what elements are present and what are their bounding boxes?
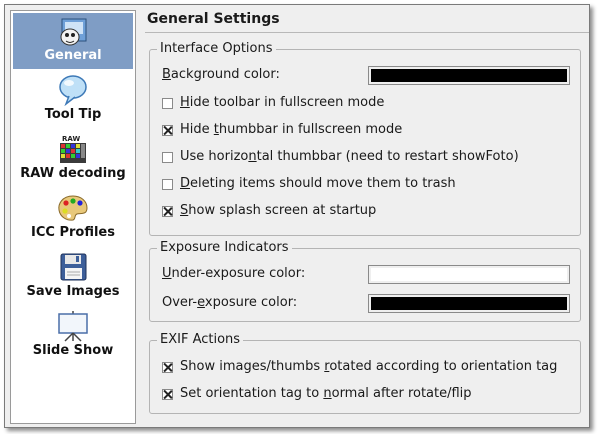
category-sidebar: General Tool Tip RAW RAW decoding ICC Pr…: [10, 10, 136, 424]
horizontal-thumbbar-label[interactable]: Use horizontal thumbbar (need to restart…: [180, 148, 519, 166]
sidebar-item-tool-tip[interactable]: Tool Tip: [13, 72, 133, 128]
sidebar-item-label: Save Images: [26, 284, 120, 299]
move-to-trash-checkbox[interactable]: [162, 179, 173, 190]
sidebar-item-general[interactable]: General: [13, 13, 133, 69]
sidebar-item-label: Tool Tip: [44, 107, 102, 122]
title-divider: [145, 32, 589, 33]
reset-orientation-label[interactable]: Set orientation tag to normal after rota…: [180, 385, 472, 403]
move-to-trash-label[interactable]: Deleting items should move them to trash: [180, 175, 456, 193]
over-exposure-swatch: [371, 297, 567, 310]
splash-screen-checkbox[interactable]: [162, 206, 173, 217]
floppy-icon: [60, 253, 87, 281]
splash-screen-label[interactable]: Show splash screen at startup: [180, 202, 376, 220]
general-icon: [60, 18, 87, 46]
group-title: Interface Options: [157, 41, 276, 57]
under-exposure-color-button[interactable]: [368, 265, 570, 284]
reset-orientation-checkbox[interactable]: [162, 389, 173, 400]
projector-icon: [58, 311, 88, 342]
over-exposure-label: Over-exposure color:: [162, 295, 298, 310]
sidebar-item-label: Slide Show: [32, 343, 114, 358]
horizontal-thumbbar-checkbox[interactable]: [162, 152, 173, 163]
sidebar-item-slide-show[interactable]: Slide Show: [13, 308, 133, 364]
sidebar-item-label: RAW decoding: [20, 166, 126, 181]
hide-thumbbar-checkbox[interactable]: [162, 125, 173, 136]
under-exposure-label: Under-exposure color:: [162, 266, 306, 281]
exif-actions-group: EXIF Actions Show images/thumbs rotated …: [149, 332, 581, 414]
sidebar-item-icc-profiles[interactable]: ICC Profiles: [13, 190, 133, 246]
page-title: General Settings: [147, 11, 280, 27]
background-color-label: Background color:: [162, 67, 280, 82]
raw-icon: RAW: [60, 135, 86, 163]
group-title: EXIF Actions: [157, 332, 244, 348]
exposure-indicators-group: Exposure Indicators Under-exposure color…: [149, 240, 581, 322]
group-title: Exposure Indicators: [157, 240, 292, 256]
rotate-images-checkbox[interactable]: [162, 362, 173, 373]
palette-icon: [58, 195, 88, 221]
background-color-swatch: [371, 69, 567, 82]
raw-icon-text: RAW: [62, 135, 80, 143]
under-exposure-swatch: [371, 268, 567, 281]
hide-toolbar-label[interactable]: Hide toolbar in fullscreen mode: [180, 94, 384, 112]
sidebar-item-raw-decoding[interactable]: RAW RAW decoding: [13, 131, 133, 187]
hide-thumbbar-label[interactable]: Hide thumbbar in fullscreen mode: [180, 121, 402, 139]
tooltip-icon: [59, 75, 87, 106]
interface-options-group: Interface Options Background color: Hide…: [149, 41, 581, 236]
settings-window: General Tool Tip RAW RAW decoding ICC Pr…: [4, 4, 590, 428]
background-color-button[interactable]: [368, 66, 570, 85]
rotate-images-label[interactable]: Show images/thumbs rotated according to …: [180, 358, 557, 376]
sidebar-item-label: ICC Profiles: [31, 225, 115, 240]
sidebar-item-label: General: [44, 48, 102, 63]
hide-toolbar-checkbox[interactable]: [162, 98, 173, 109]
over-exposure-color-button[interactable]: [368, 294, 570, 313]
sidebar-item-save-images[interactable]: Save Images: [13, 249, 133, 305]
